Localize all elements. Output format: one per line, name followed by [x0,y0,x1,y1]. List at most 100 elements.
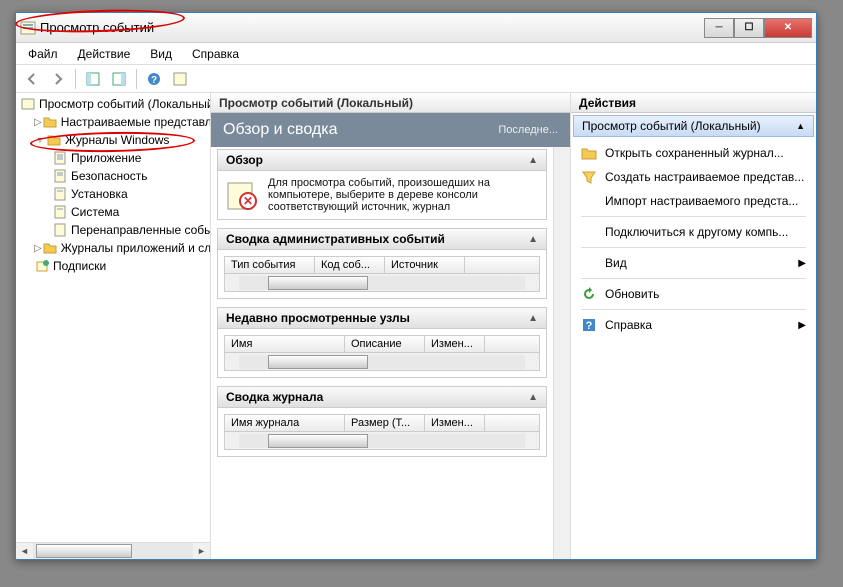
overview-text: Для просмотра событий, произошедших на к… [268,177,540,213]
svg-text:?: ? [151,75,157,86]
action-create-custom-view[interactable]: Создать настраиваемое представ... [575,165,812,189]
show-hide-actions-button[interactable] [107,67,131,91]
action-label: Справка [605,318,652,332]
tree-custom-views[interactable]: ▷ Настраиваемые представления [16,113,210,131]
tree-forwarded-label: Перенаправленные события [71,223,211,237]
log-icon [52,204,68,220]
folder-icon [42,240,58,256]
col-event-type[interactable]: Тип события [225,257,315,273]
section-logsum-header[interactable]: Сводка журнала ▲ [217,386,547,408]
menu-file[interactable]: Файл [20,45,66,63]
chevron-right-icon: ▶ [798,258,806,269]
menubar: Файл Действие Вид Справка [16,43,816,65]
col-log-name[interactable]: Имя журнала [225,415,345,431]
view-icon [581,255,597,271]
expander-icon[interactable]: ▷ [34,243,42,254]
log-icon [52,222,68,238]
action-label: Создать настраиваемое представ... [605,170,804,184]
tree-system[interactable]: Система [16,203,210,221]
section-recent-header[interactable]: Недавно просмотренные узлы ▲ [217,307,547,329]
tree-setup-label: Установка [71,187,128,201]
import-icon [581,193,597,209]
action-open-saved-log[interactable]: Открыть сохраненный журнал... [575,141,812,165]
col-name[interactable]: Имя [225,336,345,352]
maximize-button[interactable]: ☐ [734,18,764,38]
tree-security-label: Безопасность [71,169,148,183]
overview-banner: Обзор и сводка Последне... [211,113,570,147]
main-pane: Просмотр событий (Локальный) Обзор и сво… [211,93,571,559]
subscriptions-icon [34,258,50,274]
folder-icon [42,114,58,130]
action-view[interactable]: Вид ▶ [575,251,812,275]
col-source[interactable]: Источник [385,257,465,273]
forward-button[interactable] [46,67,70,91]
banner-subtitle: Последне... [498,124,558,136]
action-refresh[interactable]: Обновить [575,282,812,306]
expander-icon[interactable]: ▿ [34,135,46,146]
admin-columns[interactable]: Тип события Код соб... Источник [224,256,540,274]
main-header: Просмотр событий (Локальный) [211,93,570,113]
recent-columns[interactable]: Имя Описание Измен... [224,335,540,353]
logsum-hscrollbar[interactable] [224,432,540,450]
tree-application[interactable]: Приложение [16,149,210,167]
back-button[interactable] [20,67,44,91]
main-vscrollbar[interactable] [553,147,570,559]
tree-windows-logs-label: Журналы Windows [65,133,169,147]
chevron-up-icon: ▲ [528,234,538,245]
col-modified[interactable]: Измен... [425,336,485,352]
show-hide-tree-button[interactable] [81,67,105,91]
menu-action[interactable]: Действие [70,45,139,63]
actions-group-title: Просмотр событий (Локальный) [582,119,761,133]
refresh-icon [581,286,597,302]
section-overview-header[interactable]: Обзор▲ [217,149,547,171]
chevron-right-icon: ▶ [798,320,806,331]
svg-text:✕: ✕ [243,194,253,208]
admin-hscrollbar[interactable] [224,274,540,292]
logsum-columns[interactable]: Имя журнала Размер (Т... Измен... [224,414,540,432]
tree-subs-label: Подписки [53,259,106,273]
folder-icon [46,132,62,148]
tree-app-service-label: Журналы приложений и служб [61,241,211,255]
expander-icon[interactable]: ▷ [34,117,42,128]
section-recent-title: Недавно просмотренные узлы [226,311,410,325]
section-admin-title: Сводка административных событий [226,232,445,246]
tree-setup[interactable]: Установка [16,185,210,203]
col-event-id[interactable]: Код соб... [315,257,385,273]
actions-pane: Действия Просмотр событий (Локальный) ▲ … [571,93,816,559]
tree-root[interactable]: Просмотр событий (Локальный) [16,95,210,113]
col-modified[interactable]: Измен... [425,415,485,431]
actions-group-header[interactable]: Просмотр событий (Локальный) ▲ [573,115,814,137]
action-help[interactable]: ? Справка ▶ [575,313,812,337]
minimize-button[interactable]: ─ [704,18,734,38]
menu-view[interactable]: Вид [142,45,180,63]
tree-subscriptions[interactable]: Подписки [16,257,210,275]
section-logsum-title: Сводка журнала [226,390,323,404]
tree-pane: Просмотр событий (Локальный) ▷ Настраива… [16,93,211,559]
action-connect-computer[interactable]: Подключиться к другому компь... [575,220,812,244]
window-title: Просмотр событий [40,20,704,35]
toolbar: ? [16,65,816,93]
action-import-custom-view[interactable]: Импорт настраиваемого предста... [575,189,812,213]
menu-help[interactable]: Справка [184,45,247,63]
col-size[interactable]: Размер (Т... [345,415,425,431]
tree-windows-logs[interactable]: ▿ Журналы Windows [16,131,210,149]
recent-hscrollbar[interactable] [224,353,540,371]
close-button[interactable]: ✕ [764,18,812,38]
section-admin-header[interactable]: Сводка административных событий ▲ [217,228,547,250]
help-button[interactable]: ? [142,67,166,91]
action-label: Вид [605,256,627,270]
eventlog-info-icon: ✕ [224,177,260,213]
svg-text:?: ? [586,320,593,332]
tree-app-service-logs[interactable]: ▷ Журналы приложений и служб [16,239,210,257]
properties-button[interactable] [168,67,192,91]
tree-hscrollbar[interactable]: ◄► [16,542,210,559]
chevron-up-icon: ▲ [528,313,538,324]
tree-root-label: Просмотр событий (Локальный) [39,97,211,111]
actions-header: Действия [571,93,816,113]
log-icon [52,168,68,184]
tree-forwarded[interactable]: Перенаправленные события [16,221,210,239]
app-icon [20,20,36,36]
tree-security[interactable]: Безопасность [16,167,210,185]
chevron-up-icon: ▲ [528,392,538,403]
col-description[interactable]: Описание [345,336,425,352]
